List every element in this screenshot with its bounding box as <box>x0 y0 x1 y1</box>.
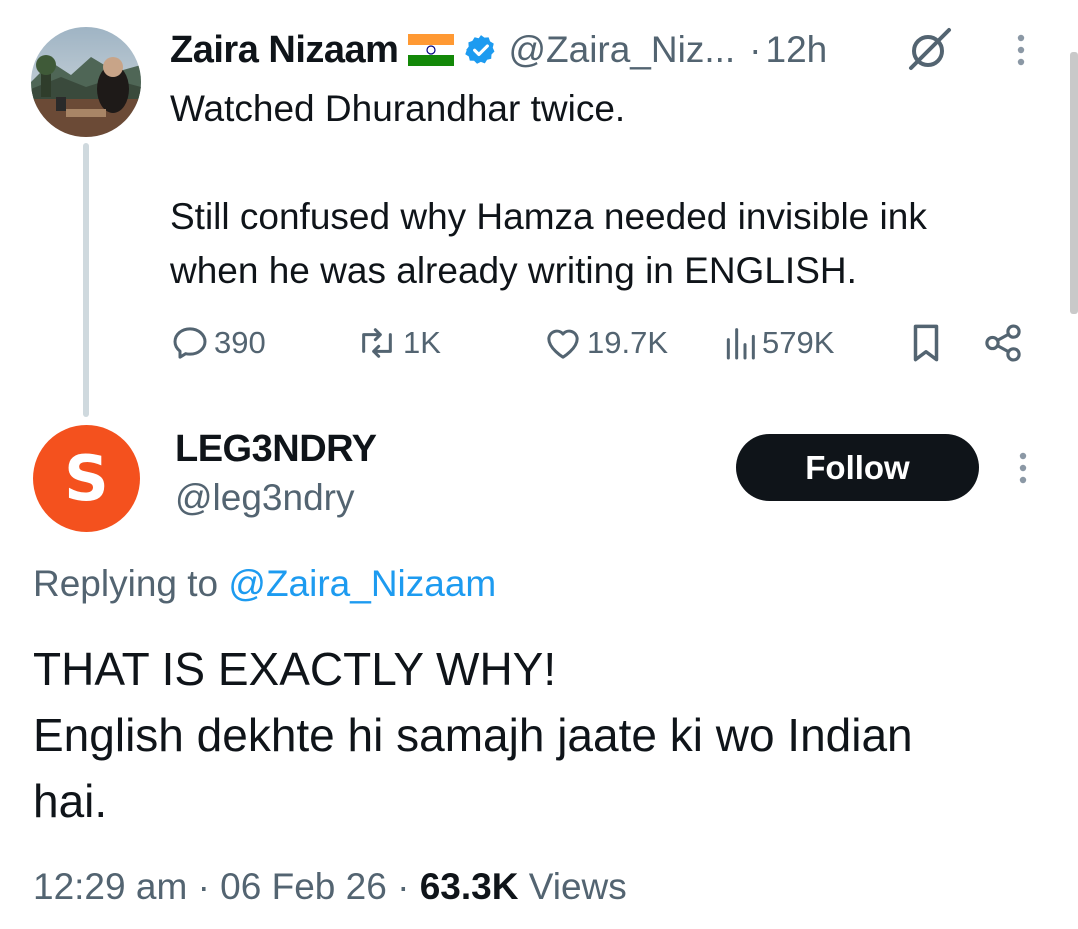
parent-text-line: when he was already writing in ENGLISH. <box>170 250 857 291</box>
parent-tweet-text: Watched Dhurandhar twice. Still confused… <box>170 82 1050 298</box>
reply-meta: 12:29 am · 06 Feb 26 · 63.3K Views <box>33 866 627 908</box>
follow-button[interactable]: Follow <box>736 434 979 501</box>
reply-tweet-text: THAT IS EXACTLY WHY! English dekhte hi s… <box>33 636 1043 834</box>
repost-count: 1K <box>403 325 441 360</box>
reply-avatar[interactable]: S <box>33 425 140 532</box>
grok-icon[interactable] <box>905 26 955 72</box>
views-button[interactable]: 579K <box>722 318 834 368</box>
reply-text-line: THAT IS EXACTLY WHY! <box>33 643 557 695</box>
parent-action-bar: 390 1K 19.7K 579K <box>170 318 1040 368</box>
reply-time[interactable]: 12:29 am <box>33 866 187 907</box>
share-icon <box>985 324 1021 362</box>
bookmark-icon <box>913 324 939 362</box>
like-button[interactable]: 19.7K <box>543 318 668 368</box>
dot-separator: · <box>397 866 410 907</box>
india-flag-icon <box>408 34 455 66</box>
avatar-letter: S <box>64 442 109 515</box>
replying-to-link[interactable]: @Zaira_Nizaam <box>228 563 496 604</box>
share-button[interactable] <box>982 318 1024 368</box>
reply-date[interactable]: 06 Feb 26 <box>220 866 387 907</box>
reply-text-line: English dekhte hi samajh jaate ki wo Ind… <box>33 709 913 761</box>
parent-author-name[interactable]: Zaira Nizaam <box>170 29 399 72</box>
verified-badge-icon[interactable] <box>464 33 498 67</box>
replying-to: Replying to @Zaira_Nizaam <box>33 563 496 605</box>
more-options-icon[interactable] <box>1015 32 1027 68</box>
reply-icon <box>173 327 207 359</box>
parent-avatar[interactable] <box>31 27 141 137</box>
parent-header: Zaira Nizaam @Zaira_Niz... · 12h <box>170 24 1040 76</box>
reply-count: 390 <box>214 325 266 360</box>
reply-author-name[interactable]: LEG3NDRY <box>175 428 377 471</box>
thread-line <box>83 143 89 417</box>
bookmark-button[interactable] <box>908 318 944 368</box>
heart-icon <box>547 329 579 359</box>
reply-views-count[interactable]: 63.3K <box>420 866 519 907</box>
parent-timestamp[interactable]: 12h <box>766 29 828 71</box>
replying-prefix: Replying to <box>33 563 219 604</box>
more-options-icon[interactable] <box>1017 450 1029 486</box>
reply-button[interactable]: 390 <box>170 318 266 368</box>
repost-icon <box>362 328 392 358</box>
parent-text-line: Watched Dhurandhar twice. <box>170 88 626 129</box>
reply-handle[interactable]: @leg3ndry <box>175 477 355 519</box>
parent-text-line: Still confused why Hamza needed invisibl… <box>170 196 927 237</box>
dot-separator: · <box>749 29 762 70</box>
reply-views-label: Views <box>528 866 627 907</box>
scrollbar[interactable] <box>1070 52 1078 314</box>
parent-handle[interactable]: @Zaira_Niz... <box>508 29 735 71</box>
reply-text-line: hai. <box>33 775 108 827</box>
dot-separator: · <box>197 866 210 907</box>
views-count: 579K <box>762 325 835 360</box>
views-icon <box>726 328 755 360</box>
like-count: 19.7K <box>587 325 669 360</box>
repost-button[interactable]: 1K <box>355 318 441 368</box>
